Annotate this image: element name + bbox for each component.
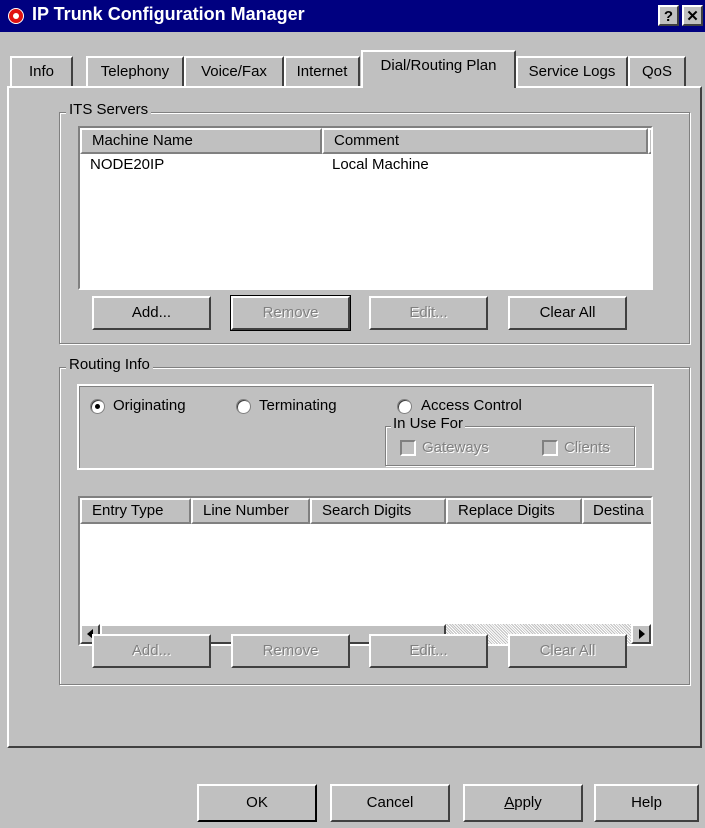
column-destination[interactable]: Destina: [582, 498, 651, 524]
routing-info-legend: Routing Info: [66, 356, 153, 373]
close-button[interactable]: ✕: [682, 5, 703, 26]
apply-button[interactable]: Apply: [463, 784, 583, 822]
apply-label: pply: [514, 794, 542, 811]
column-comment[interactable]: Comment: [322, 128, 648, 154]
tab-qos[interactable]: QoS: [628, 56, 686, 86]
help-title-button[interactable]: ?: [658, 5, 679, 26]
its-servers-legend: ITS Servers: [66, 101, 152, 118]
clients-checkbox[interactable]: [542, 440, 558, 456]
help-button[interactable]: Help: [594, 784, 699, 822]
gateways-checkbox[interactable]: [400, 440, 416, 456]
tab-service-logs[interactable]: Service Logs: [516, 56, 628, 86]
tab-info[interactable]: Info: [10, 56, 73, 86]
routing-clear-all-button[interactable]: Clear All: [508, 634, 627, 668]
its-remove-button[interactable]: Remove: [230, 295, 351, 331]
cancel-button[interactable]: Cancel: [330, 784, 450, 822]
column-search-digits[interactable]: Search Digits: [310, 498, 446, 524]
routing-edit-button[interactable]: Edit...: [369, 634, 488, 668]
originating-label[interactable]: Originating: [113, 397, 186, 414]
access-control-label[interactable]: Access Control: [421, 397, 522, 414]
radio-terminating[interactable]: [236, 399, 251, 414]
column-replace-digits[interactable]: Replace Digits: [446, 498, 582, 524]
gateways-label: Gateways: [422, 439, 489, 456]
column-machine-name[interactable]: Machine Name: [80, 128, 322, 154]
scroll-right-button[interactable]: [631, 624, 651, 644]
apply-mnemonic: A: [504, 794, 515, 811]
routing-add-button[interactable]: Add...: [92, 634, 211, 668]
machine-name-cell: NODE20IP: [90, 156, 165, 173]
tab-telephony[interactable]: Telephony: [86, 56, 184, 86]
its-servers-list[interactable]: Machine Name Comment NODE20IP Local Mach…: [78, 126, 653, 290]
routing-remove-button[interactable]: Remove: [231, 634, 350, 668]
table-row[interactable]: NODE20IP Local Machine: [80, 154, 651, 176]
tab-voice-fax[interactable]: Voice/Fax: [184, 56, 284, 86]
its-edit-button[interactable]: Edit...: [369, 296, 488, 330]
terminating-label[interactable]: Terminating: [259, 397, 337, 414]
right-arrow-icon: [639, 629, 645, 639]
in-use-for-legend: In Use For: [391, 415, 466, 432]
title-bar[interactable]: IP Trunk Configuration Manager ? ✕: [0, 0, 705, 32]
radio-originating[interactable]: [90, 399, 105, 414]
routing-table[interactable]: Entry Type Line Number Search Digits Rep…: [78, 496, 653, 646]
radio-access-control[interactable]: [397, 399, 412, 414]
its-clear-all-button[interactable]: Clear All: [508, 296, 627, 330]
tab-dial-routing-plan[interactable]: Dial/Routing Plan: [361, 50, 516, 88]
column-filler: [648, 128, 651, 154]
window-title: IP Trunk Configuration Manager: [32, 4, 305, 24]
its-add-button[interactable]: Add...: [92, 296, 211, 330]
column-entry-type[interactable]: Entry Type: [80, 498, 191, 524]
column-line-number[interactable]: Line Number: [191, 498, 310, 524]
comment-cell: Local Machine: [332, 156, 429, 173]
tab-panel: ITS Servers Machine Name Comment NODE20I…: [7, 86, 702, 748]
tab-internet[interactable]: Internet: [284, 56, 360, 86]
app-icon: [8, 8, 24, 24]
clients-label: Clients: [564, 439, 610, 456]
ok-button[interactable]: OK: [197, 784, 317, 822]
